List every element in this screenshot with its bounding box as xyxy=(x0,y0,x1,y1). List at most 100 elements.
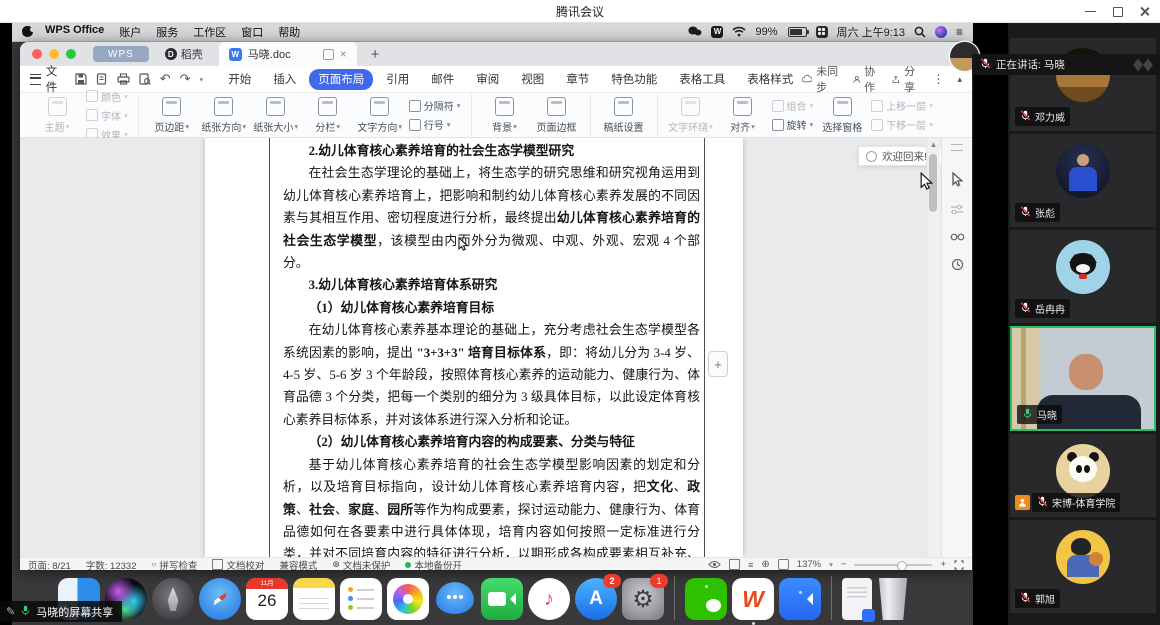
participant-tile-郭旭[interactable]: 郭旭 xyxy=(1010,520,1156,613)
ribbon-button-页面边框[interactable]: 页面边框 xyxy=(531,97,583,134)
ribbon-button-字体[interactable]: 字体▾ xyxy=(86,108,128,123)
ribbon-button-页边距[interactable]: 页边距▾ xyxy=(146,97,198,134)
print-preview-icon[interactable] xyxy=(139,73,151,85)
participants-panel[interactable]: 邓力威 张彪 岳冉冉 xyxy=(1008,22,1160,625)
maximize-icon[interactable] xyxy=(1112,6,1123,17)
insert-plus-button[interactable]: + xyxy=(708,351,728,377)
tab-邮件[interactable]: 邮件 xyxy=(422,69,463,90)
ribbon-button-纸张大小[interactable]: 纸张大小▾ xyxy=(250,97,302,134)
app-grid-icon[interactable] xyxy=(816,26,828,38)
ribbon-button-背景[interactable]: 背景▾ xyxy=(479,97,531,134)
quick-toolbar-dropdown-icon[interactable]: ▾ xyxy=(200,75,204,84)
apple-menu-icon[interactable] xyxy=(22,26,33,37)
menubar-item[interactable]: 服务 xyxy=(156,24,178,40)
dock-reminders-icon[interactable] xyxy=(340,578,382,620)
ribbon-button-主题[interactable]: 主题▾ xyxy=(31,97,83,134)
fullscreen-icon[interactable] xyxy=(954,560,964,570)
tab-页面布局[interactable]: 页面布局 xyxy=(309,69,373,90)
tab-视图[interactable]: 视图 xyxy=(512,69,553,90)
menubar-item[interactable]: WPS Office xyxy=(45,24,104,40)
print-icon[interactable] xyxy=(117,73,130,85)
ribbon-button-上移一层[interactable]: 上移一层▾ xyxy=(871,98,933,113)
dock-launchpad-icon[interactable] xyxy=(152,578,194,620)
scroll-up-icon[interactable]: ▲ xyxy=(927,140,940,149)
menubar-clock[interactable]: 周六 上午9:13 xyxy=(837,24,905,40)
dock-settings-icon[interactable]: ⚙1 xyxy=(622,578,664,620)
docer-button[interactable]: D 稻壳 xyxy=(165,46,203,62)
vertical-scrollbar[interactable]: ▲ xyxy=(926,138,940,557)
participant-tile-马晓[interactable]: 马晓 xyxy=(1010,326,1156,431)
dock-appstore-icon[interactable]: A2 xyxy=(575,578,617,620)
collaborate-button[interactable]: 协作 xyxy=(853,63,880,95)
spotlight-search-icon[interactable] xyxy=(914,26,926,38)
dock-wps-icon[interactable]: W xyxy=(732,578,774,620)
undo-icon[interactable]: ↶ xyxy=(160,71,171,87)
traffic-close-button[interactable] xyxy=(32,49,42,59)
new-tab-button[interactable]: + xyxy=(371,46,380,63)
ribbon-button-下移一层[interactable]: 下移一层▾ xyxy=(871,117,933,132)
control-center-icon[interactable]: ≡ xyxy=(956,25,963,39)
annotate-icon[interactable]: ✎ xyxy=(6,605,15,618)
dock-photos-icon[interactable] xyxy=(387,578,429,620)
eye-icon[interactable] xyxy=(708,560,721,569)
wifi-icon[interactable] xyxy=(732,26,746,37)
menubar-item[interactable]: 账户 xyxy=(119,24,141,40)
ribbon-button-文字环绕[interactable]: 文字环绕▾ xyxy=(665,97,717,134)
menubar-item[interactable]: 帮助 xyxy=(278,24,300,40)
protect-status[interactable]: ⊗文档未保护 xyxy=(332,558,390,571)
close-tab-icon[interactable]: × xyxy=(340,48,347,60)
tab-特色功能[interactable]: 特色功能 xyxy=(602,69,666,90)
zoom-slider-knob[interactable] xyxy=(897,561,907,571)
ribbon-button-纸张方向[interactable]: 纸张方向▾ xyxy=(198,97,250,134)
save-icon[interactable] xyxy=(75,73,87,85)
adjust-tool-icon[interactable] xyxy=(950,204,964,214)
fit-page-icon[interactable] xyxy=(778,559,789,570)
screen-share-indicator[interactable]: ✎ 马晓的屏幕共享 xyxy=(0,601,122,622)
dock-facetime-icon[interactable] xyxy=(481,578,523,620)
dock-meeting-icon[interactable] xyxy=(779,578,821,620)
tab-引用[interactable]: 引用 xyxy=(377,69,418,90)
ribbon-button-颜色[interactable]: 颜色▾ xyxy=(86,89,128,104)
participant-tile-张彪[interactable]: 张彪 xyxy=(1010,134,1156,227)
tab-审阅[interactable]: 审阅 xyxy=(467,69,508,90)
dock-calendar-icon[interactable]: 11月26 xyxy=(246,578,288,620)
ribbon-button-分栏[interactable]: 分栏▾ xyxy=(302,97,354,134)
chat-status-icon[interactable] xyxy=(688,26,702,37)
document-page[interactable]: 2.幼儿体育核心素养培育的社会生态学模型研究在社会生态学理论的基础上，将生态学的… xyxy=(205,138,743,557)
ribbon-button-组合[interactable]: 组合▾ xyxy=(772,98,814,113)
ribbon-button-稿纸设置[interactable]: 稿纸设置 xyxy=(598,97,650,134)
spellcheck-status[interactable]: ○拼写检查 xyxy=(151,558,197,571)
file-menu[interactable]: 文件 xyxy=(46,63,65,95)
eye-protect-icon[interactable] xyxy=(950,231,965,241)
wps-home-button[interactable]: WPS xyxy=(93,46,149,62)
more-menu-icon[interactable]: ⋮ xyxy=(932,72,944,86)
tab-开始[interactable]: 开始 xyxy=(219,69,260,90)
ribbon-button-对齐[interactable]: 对齐▾ xyxy=(717,97,769,134)
compat-mode[interactable]: 兼容模式 xyxy=(279,558,317,571)
pin-tab-icon[interactable] xyxy=(323,49,334,60)
history-icon[interactable] xyxy=(951,258,964,271)
dock-music-icon[interactable]: ♪ xyxy=(528,578,570,620)
ribbon-button-行号[interactable]: 行号▾ xyxy=(409,117,461,132)
dock-safari-icon[interactable] xyxy=(199,578,241,620)
zoom-out-button[interactable]: − xyxy=(841,559,847,570)
select-tool-icon[interactable] xyxy=(951,172,964,187)
web-view-icon[interactable]: ⊕ xyxy=(761,559,769,570)
participant-tile-邓力威[interactable]: 邓力威 xyxy=(1010,38,1156,131)
tab-表格工具[interactable]: 表格工具 xyxy=(670,69,734,90)
minimize-icon[interactable] xyxy=(1085,6,1096,17)
outline-view-icon[interactable]: ≡ xyxy=(748,560,753,570)
wps-menubar-icon[interactable]: W xyxy=(711,26,723,38)
document-text[interactable]: 2.幼儿体育核心素养培育的社会生态学模型研究在社会生态学理论的基础上，将生态学的… xyxy=(283,140,700,557)
tab-表格样式[interactable]: 表格样式 xyxy=(738,69,802,90)
rail-grip-icon[interactable] xyxy=(951,144,963,151)
page-indicator[interactable]: 页面: 8/21 xyxy=(28,558,71,571)
collapse-ribbon-icon[interactable]: ▴ xyxy=(957,74,962,85)
ribbon-button-分隔符[interactable]: 分隔符▾ xyxy=(409,98,461,113)
dock-messages-icon[interactable] xyxy=(434,578,476,620)
document-area[interactable]: 2.幼儿体育核心素养培育的社会生态学模型研究在社会生态学理论的基础上，将生态学的… xyxy=(20,138,972,557)
ribbon-button-旋转[interactable]: 旋转▾ xyxy=(772,117,814,132)
page-view-icon[interactable] xyxy=(729,559,740,570)
word-count[interactable]: 字数: 12332 xyxy=(86,558,137,571)
sync-status-button[interactable]: 未同步 xyxy=(802,63,839,95)
